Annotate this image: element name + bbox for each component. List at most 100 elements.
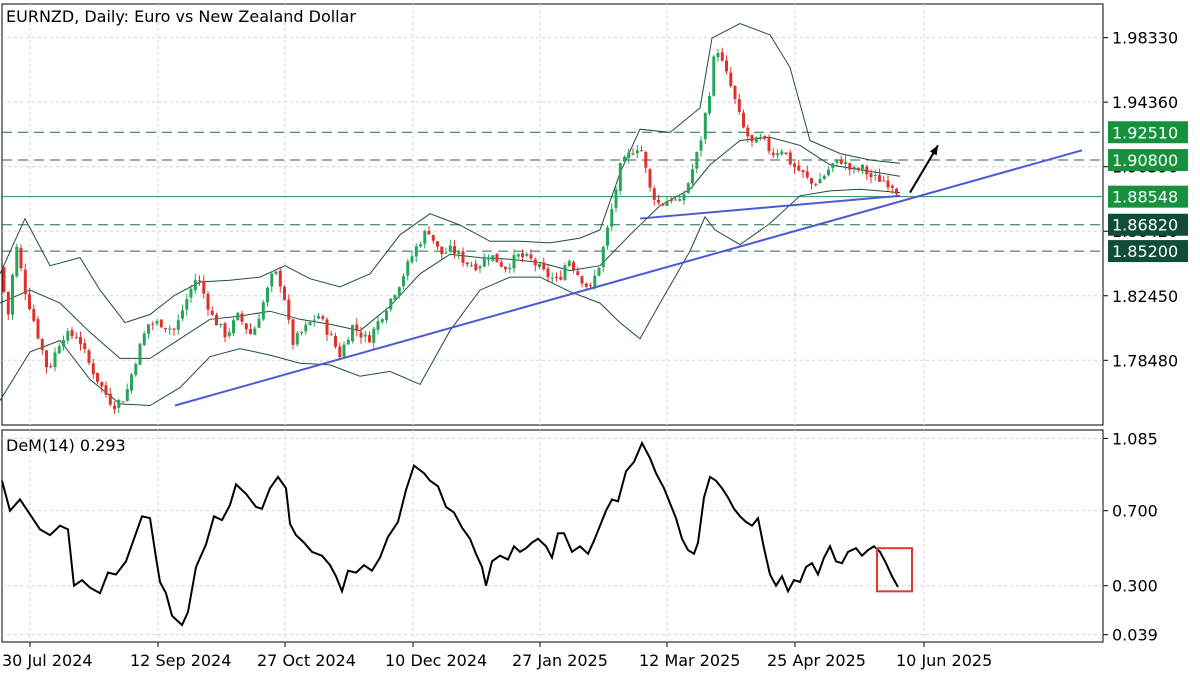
- indicator-pane-frame: [1, 429, 1104, 643]
- candle-body: [397, 287, 401, 296]
- candle-body: [610, 209, 614, 227]
- candle-body: [108, 393, 112, 405]
- candle-body: [499, 262, 503, 267]
- candle-body: [627, 152, 631, 158]
- candle-body: [801, 170, 805, 173]
- candle-body: [172, 328, 176, 330]
- candle-body: [236, 312, 240, 320]
- candle-body: [104, 385, 108, 395]
- candle-body: [470, 265, 473, 267]
- candle-body: [614, 189, 618, 208]
- candle-body: [351, 325, 354, 342]
- candle-body: [742, 112, 745, 128]
- candle-body: [691, 169, 694, 184]
- time-tick-label: 27 Jan 2025: [512, 651, 608, 670]
- candle-body: [487, 259, 490, 261]
- candle-body: [295, 333, 299, 345]
- candle-body: [389, 298, 393, 310]
- candle-body: [23, 269, 27, 295]
- candle-body: [525, 253, 529, 256]
- candle-body: [193, 280, 197, 291]
- candle-body: [74, 337, 78, 339]
- dem-tick-label: 0.700: [1112, 502, 1158, 521]
- price-tick-label: 1.82450: [1112, 287, 1178, 306]
- candle-body: [270, 273, 274, 287]
- candle-body: [763, 136, 767, 139]
- candle-body: [40, 338, 44, 351]
- chart-svg: 1.983301.943601.903901.864201.824501.784…: [0, 3, 1188, 670]
- candle-body: [606, 227, 609, 246]
- candle-body: [516, 254, 520, 257]
- candle-body: [49, 366, 53, 368]
- candle-body: [699, 140, 703, 151]
- candle-body: [380, 319, 384, 323]
- dem-tick-label: 0.300: [1112, 577, 1158, 596]
- candle-body: [538, 264, 541, 268]
- candle-body: [686, 183, 690, 193]
- candle-body: [559, 276, 563, 280]
- level-tags: 1.92510 1.90800 1.88548 1.86820 1.85200: [1108, 121, 1188, 263]
- candle-body: [665, 200, 669, 207]
- candle-body: [555, 277, 558, 278]
- candle-body: [529, 254, 533, 259]
- dem-axis-ticks: 1.085 0.700 0.300 0.039: [1103, 429, 1158, 645]
- candle-body: [784, 152, 788, 154]
- candle-body: [852, 167, 856, 169]
- candle-body: [448, 245, 452, 252]
- candle-body: [601, 246, 605, 268]
- candle-body: [542, 262, 546, 270]
- candle-body: [504, 266, 507, 270]
- candle-body: [618, 163, 622, 191]
- candle-body: [206, 294, 210, 310]
- candle-body: [436, 241, 439, 247]
- candle-body: [733, 85, 737, 99]
- candle-body: [831, 163, 835, 169]
- candle-body: [410, 256, 414, 263]
- candle-body: [138, 343, 142, 365]
- candle-body: [142, 333, 146, 346]
- candle-body: [678, 199, 682, 201]
- candle-body: [6, 291, 10, 315]
- candle-body: [427, 231, 431, 235]
- candle-body: [674, 199, 677, 201]
- candle-body: [856, 168, 860, 170]
- candle-body: [87, 350, 91, 363]
- candle-body: [329, 334, 333, 336]
- candle-body: [125, 389, 129, 401]
- candle-body: [385, 311, 388, 320]
- price-pane-frame: [1, 3, 1104, 426]
- time-tick-label: 10 Jun 2025: [896, 651, 992, 670]
- candle-body: [563, 265, 567, 280]
- dem-tick-label: 0.039: [1112, 626, 1158, 645]
- candle-body: [32, 309, 36, 321]
- candle-body: [533, 259, 537, 266]
- candle-body: [100, 382, 104, 387]
- candle-body: [244, 323, 248, 330]
- candle-body: [266, 287, 269, 303]
- time-axis-ticks: 30 Jul 2024 12 Sep 2024 27 Oct 2024 10 Dec …: [2, 642, 992, 670]
- candle-body: [873, 175, 877, 176]
- candle-body: [278, 270, 282, 287]
- candle-body: [895, 188, 898, 195]
- candle-body: [869, 173, 873, 178]
- candle-body: [648, 169, 652, 188]
- candle-body: [682, 194, 686, 201]
- price-tick-label: 1.78480: [1112, 351, 1178, 370]
- level-tag-label: 1.85200: [1112, 242, 1178, 261]
- candle-body: [589, 285, 592, 287]
- candle-body: [317, 315, 320, 319]
- candle-body: [210, 310, 214, 315]
- candle-body: [788, 152, 792, 165]
- candle-body: [372, 328, 376, 343]
- candle-body: [440, 246, 444, 255]
- candle-body: [861, 164, 864, 170]
- candle-body: [151, 323, 155, 325]
- candle-body: [393, 295, 397, 300]
- candle-body: [342, 344, 346, 357]
- candle-body: [240, 313, 244, 322]
- candle-body: [363, 334, 367, 337]
- candle-body: [810, 178, 813, 184]
- candle-body: [512, 255, 516, 269]
- candle-body: [716, 53, 720, 58]
- candle-body: [635, 150, 639, 154]
